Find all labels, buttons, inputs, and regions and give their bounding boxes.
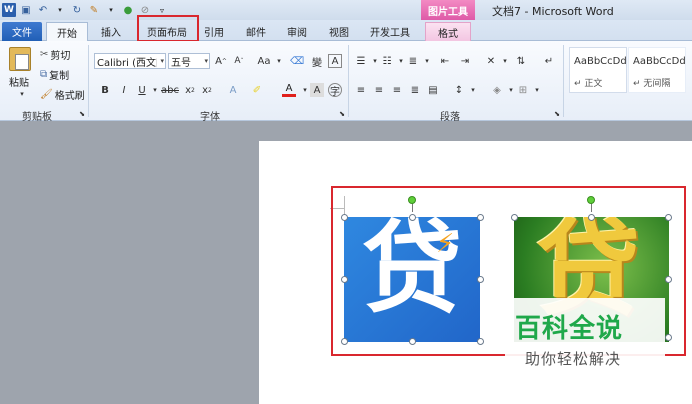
chevron-down-icon[interactable]: ▾ xyxy=(272,54,286,68)
highlight-icon[interactable]: ✐ xyxy=(250,83,264,97)
char-shading-icon[interactable]: A xyxy=(310,83,324,97)
dropdown-icon[interactable]: ▾ xyxy=(53,3,67,17)
numbering-icon[interactable]: ☷ xyxy=(380,54,394,68)
chevron-down-icon[interactable]: ▾ xyxy=(466,83,480,97)
chevron-down-icon[interactable]: ▾ xyxy=(530,83,544,97)
tab-developer[interactable]: 开发工具 xyxy=(362,22,418,41)
clear-format-icon[interactable]: ⌫ xyxy=(290,54,304,68)
tab-file[interactable]: 文件 xyxy=(2,22,42,41)
style-no-spacing[interactable]: AaBbCcDd ↵ 无间隔 xyxy=(628,47,686,93)
clipboard-group-label: 剪贴板 xyxy=(22,112,52,123)
align-left-icon[interactable]: ≡ xyxy=(354,83,368,97)
chevron-down-icon[interactable]: ▾ xyxy=(420,54,434,68)
align-right-icon[interactable]: ≡ xyxy=(390,83,404,97)
borders-icon[interactable]: ⊞ xyxy=(516,83,530,97)
italic-icon[interactable]: I xyxy=(117,83,131,97)
dialog-launcher-icon[interactable]: ⬊ xyxy=(75,107,89,121)
phonetic-guide-icon[interactable]: 變 xyxy=(310,54,324,69)
tab-review[interactable]: 审阅 xyxy=(281,22,313,41)
font-size-value: 五号 xyxy=(171,57,191,69)
format-painter-button[interactable]: 🖌 格式刷 xyxy=(40,87,85,102)
justify-icon[interactable]: ≣ xyxy=(408,83,422,97)
font-size-combo[interactable]: 五号 ▾ xyxy=(168,53,210,69)
style-preview: AaBbCcDd xyxy=(574,56,627,67)
enclose-char-icon[interactable]: 字 xyxy=(328,83,342,98)
font-name-value: Calibri (西文[ xyxy=(97,57,157,69)
tab-insert[interactable]: 插入 xyxy=(94,22,128,41)
style-name: ↵ 正文 xyxy=(574,79,603,89)
copy-icon: ⧉ xyxy=(40,69,48,80)
char-border-icon[interactable]: A xyxy=(328,54,342,68)
line-spacing-icon[interactable]: ↕ xyxy=(452,83,466,97)
font-name-combo[interactable]: Calibri (西文[ ▾ xyxy=(94,53,166,69)
divider xyxy=(563,45,564,117)
save-icon[interactable]: ▣ xyxy=(19,3,33,17)
tab-mailings[interactable]: 邮件 xyxy=(240,22,272,41)
bold-icon[interactable]: B xyxy=(98,83,112,97)
divider xyxy=(348,45,349,117)
style-preview: AaBbCcDd xyxy=(633,56,686,67)
chevron-down-icon: ▾ xyxy=(160,57,164,65)
chevron-down-icon: ▾ xyxy=(204,57,208,65)
increase-indent-icon[interactable]: ⇥ xyxy=(458,54,472,68)
brush-icon: 🖌 xyxy=(40,89,53,100)
font-color-icon[interactable]: A xyxy=(282,83,296,97)
strikethrough-icon[interactable]: abc xyxy=(161,83,179,97)
picture-tools-label: 图片工具 xyxy=(421,0,475,20)
tab-view[interactable]: 视图 xyxy=(323,22,355,41)
title-bar: W ▣ ↶ ▾ ↻ ✎ ▾ ● ⊘ ▿ 图片工具 文档7 - Microsoft… xyxy=(0,0,692,20)
underline-icon[interactable]: U xyxy=(135,83,149,97)
tab-format[interactable]: 格式 xyxy=(425,22,471,41)
chevron-down-icon[interactable]: ▾ xyxy=(148,83,162,97)
watermark: 百科全说 助你轻松解决 xyxy=(505,298,665,374)
format-painter-label: 格式刷 xyxy=(54,91,85,102)
color-wheel-icon[interactable]: ● xyxy=(121,3,135,17)
show-marks-icon[interactable]: ↵ xyxy=(542,54,556,68)
copy-label: 复制 xyxy=(49,71,70,82)
undo-icon[interactable]: ↶ xyxy=(36,3,50,17)
superscript-icon[interactable]: x2 xyxy=(200,83,214,97)
multilevel-list-icon[interactable]: ≣ xyxy=(406,54,420,68)
dropdown-icon[interactable]: ▾ xyxy=(104,3,118,17)
chevron-down-icon[interactable]: ▾ xyxy=(498,54,512,68)
dialog-launcher-icon[interactable]: ⬊ xyxy=(550,107,564,121)
shrink-font-icon[interactable]: Aˇ xyxy=(232,54,246,68)
tab-references[interactable]: 引用 xyxy=(198,22,230,41)
cut-button[interactable]: ✂ 剪切 xyxy=(40,47,70,62)
decrease-indent-icon[interactable]: ⇤ xyxy=(438,54,452,68)
redo-icon[interactable]: ↻ xyxy=(70,3,84,17)
paragraph-group-label: 段落 xyxy=(440,112,460,123)
page-layout-highlight xyxy=(137,15,199,42)
watermark-title: 百科全说 xyxy=(515,314,624,344)
distributed-icon[interactable]: ▤ xyxy=(426,83,440,97)
tab-home[interactable]: 开始 xyxy=(46,22,88,41)
subscript-icon[interactable]: x2 xyxy=(183,83,197,97)
text-direction-icon[interactable]: ✕ xyxy=(484,54,498,68)
align-center-icon[interactable]: ≡ xyxy=(372,83,386,97)
font-group-label: 字体 xyxy=(200,112,220,123)
format-painter-qat-icon[interactable]: ✎ xyxy=(87,3,101,17)
text-effects-icon[interactable]: A xyxy=(226,83,240,97)
bullets-icon[interactable]: ☰ xyxy=(354,54,368,68)
style-normal[interactable]: AaBbCcDd ↵ 正文 xyxy=(569,47,627,93)
word-app-icon[interactable]: W xyxy=(2,3,16,17)
ribbon: 粘贴 ▾ ✂ 剪切 ⧉ 复制 🖌 格式刷 剪贴板 ⬊ Calibri (西文[ … xyxy=(0,41,692,123)
copy-button[interactable]: ⧉ 复制 xyxy=(40,67,69,82)
shading-icon[interactable]: ◈ xyxy=(490,83,504,97)
scissors-icon: ✂ xyxy=(40,49,49,60)
divider xyxy=(88,45,89,117)
style-name: ↵ 无间隔 xyxy=(633,79,671,89)
grow-font-icon[interactable]: A ^ xyxy=(214,54,228,68)
ribbon-tabs: 文件 开始 插入 页面布局 引用 邮件 审阅 视图 开发工具 格式 xyxy=(0,20,692,41)
sort-icon[interactable]: ⇅ xyxy=(514,54,528,68)
cut-label: 剪切 xyxy=(50,51,71,62)
change-case-icon[interactable]: Aa xyxy=(257,54,271,68)
paste-dropdown-icon[interactable]: ▾ xyxy=(15,87,29,101)
dialog-launcher-icon[interactable]: ⬊ xyxy=(335,107,349,121)
paste-icon[interactable] xyxy=(9,47,31,71)
watermark-subtitle: 助你轻松解决 xyxy=(525,350,622,368)
window-title: 文档7 - Microsoft Word xyxy=(492,5,614,18)
